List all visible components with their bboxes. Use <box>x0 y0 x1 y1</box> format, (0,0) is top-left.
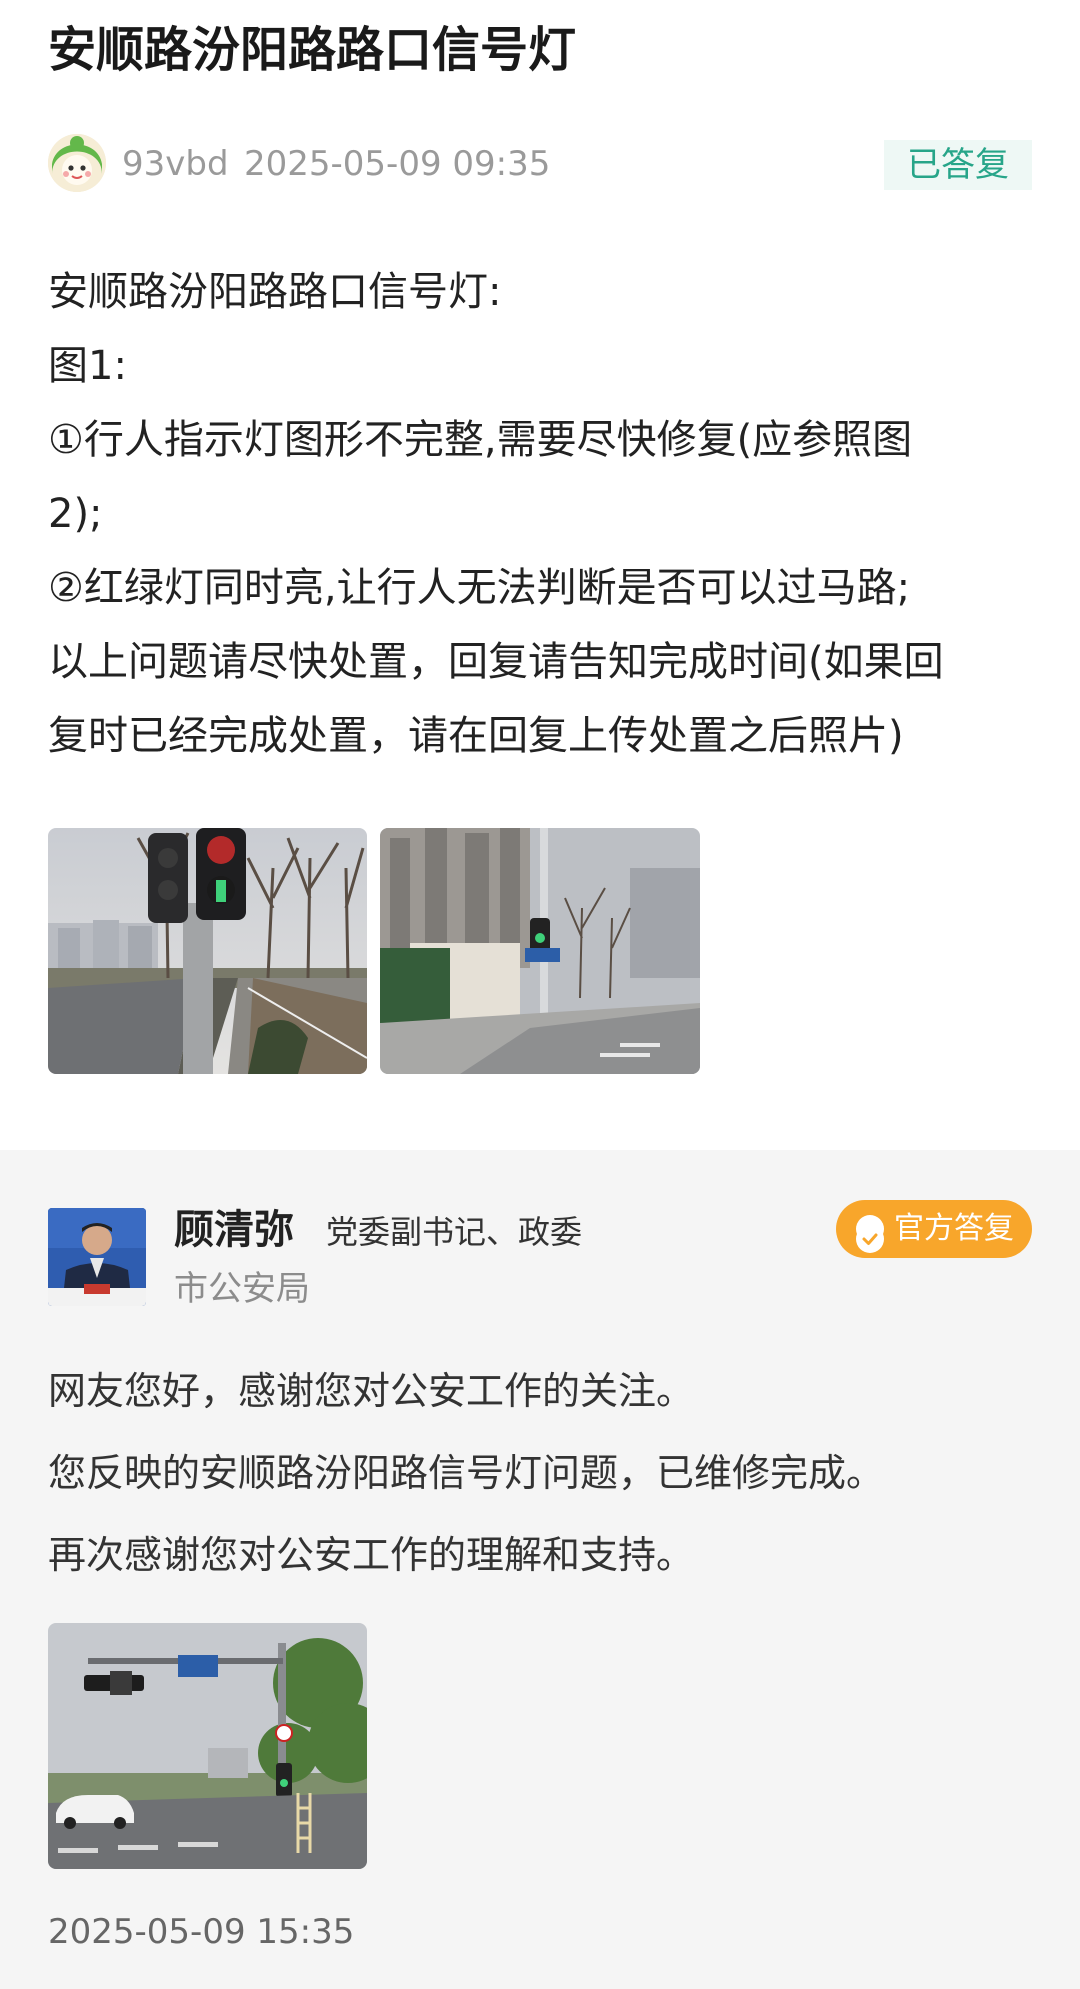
official-name[interactable]: 顾清弥 <box>174 1202 294 1258</box>
post-photo-1[interactable] <box>48 828 367 1074</box>
body-line: ②红绿灯同时亮,让行人无法判断是否可以过马路; <box>48 565 911 611</box>
official-title: 党委副书记、政委 <box>326 1213 583 1251</box>
page-title: 安顺路汾阳路路口信号灯 <box>48 22 577 78</box>
reply-line: 您反映的安顺路汾阳路信号灯问题，已维修完成。 <box>48 1451 885 1495</box>
author-row: 93vbd 2025-05-09 09:35 已答复 <box>48 134 1032 196</box>
post-photo-2[interactable] <box>380 828 700 1074</box>
body-line: 安顺路汾阳路路口信号灯: <box>48 269 502 315</box>
reply-body: 网友您好，感谢您对公安工作的关注。 您反映的安顺路汾阳路信号灯问题，已维修完成。… <box>48 1350 1038 1596</box>
body-line: 2); <box>48 491 103 537</box>
body-line: 以上问题请尽快处置，回复请告知完成时间(如果回 <box>48 639 944 685</box>
user-avatar[interactable] <box>48 134 106 192</box>
official-department: 市公安局 <box>174 1269 310 1309</box>
author-name[interactable]: 93vbd <box>122 142 229 186</box>
reply-time: 2025-05-09 15:35 <box>48 1912 355 1952</box>
status-badge: 已答复 <box>884 140 1032 190</box>
post-body: 安顺路汾阳路路口信号灯: 图1: ①行人指示灯图形不完整,需要尽快修复(应参照图… <box>48 255 1038 773</box>
reply-line: 网友您好，感谢您对公安工作的关注。 <box>48 1369 695 1413</box>
reply-photo[interactable] <box>48 1623 367 1869</box>
body-line: 复时已经完成处置，请在回复上传处置之后照片) <box>48 713 904 759</box>
official-reply-badge: 官方答复 <box>836 1200 1032 1258</box>
official-badge-label: 官方答复 <box>894 1211 1014 1246</box>
check-circle-icon <box>856 1215 884 1253</box>
post-section: 安顺路汾阳路路口信号灯 93vbd 2025-05-09 09:35 已答复 安… <box>0 0 1080 1150</box>
body-line: 图1: <box>48 343 127 389</box>
official-reply-section: 顾清弥 党委副书记、政委 市公安局 官方答复 网友您好，感谢您对公安工作的关注。… <box>0 1150 1080 1989</box>
post-time: 2025-05-09 09:35 <box>244 144 551 184</box>
body-line: ①行人指示灯图形不完整,需要尽快修复(应参照图 <box>48 417 913 463</box>
reply-line: 再次感谢您对公安工作的理解和支持。 <box>48 1533 695 1577</box>
official-avatar[interactable] <box>48 1208 146 1306</box>
